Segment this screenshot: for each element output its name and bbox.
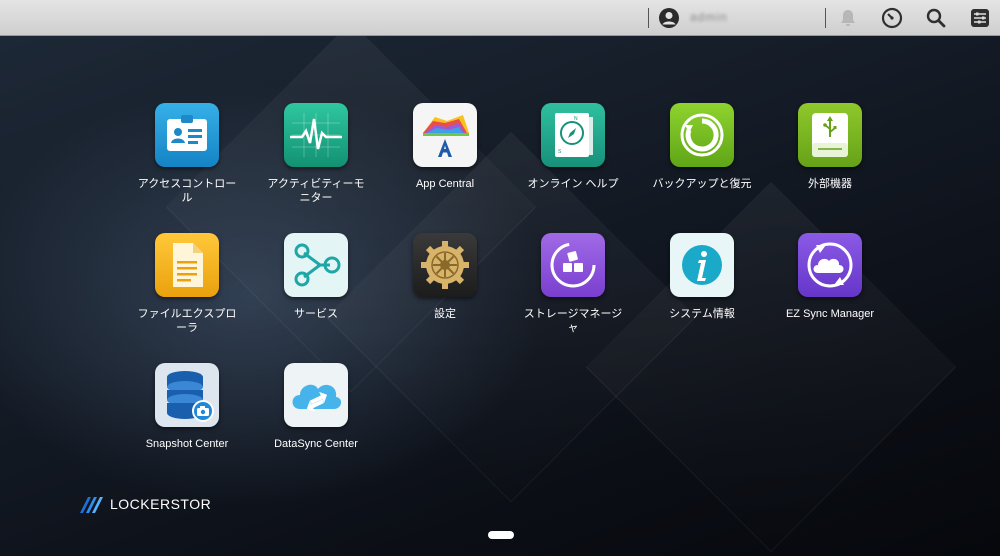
svg-text:N: N (574, 116, 578, 122)
compass-book-icon: N S (541, 103, 605, 167)
app-label: DataSync Center (274, 438, 358, 450)
id-card-icon (155, 103, 219, 167)
app-access-control[interactable]: アクセスコントロール (127, 103, 247, 205)
bell-icon[interactable] (836, 6, 860, 30)
info-icon (670, 233, 734, 297)
cloud-sync-icon (798, 233, 862, 297)
storage-blocks-icon (541, 233, 605, 297)
backup-cycle-icon (670, 103, 734, 167)
app-label: バックアップと復元 (652, 178, 752, 190)
app-label: オンライン ヘルプ (527, 178, 619, 190)
app-label: App Central (415, 178, 475, 190)
app-label: サービス (294, 308, 338, 320)
app-external-devices[interactable]: 外部機器 (770, 103, 890, 191)
app-label: 外部機器 (808, 178, 852, 190)
top-toolbar: admin (0, 0, 1000, 36)
app-datasync-center[interactable]: DataSync Center (256, 363, 376, 451)
page-indicator-dot[interactable] (488, 531, 514, 539)
search-icon[interactable] (924, 6, 948, 30)
toolbar-divider (648, 8, 649, 28)
app-label: EZ Sync Manager (785, 308, 875, 320)
database-camera-icon (155, 363, 219, 427)
app-label: アクティビティーモニター (267, 178, 365, 204)
app-system-info[interactable]: システム情報 (642, 233, 762, 321)
app-backup-restore[interactable]: バックアップと復元 (642, 103, 762, 191)
app-online-help[interactable]: N S オンライン ヘルプ (513, 103, 633, 191)
desktop-area: アクセスコントロール アクティビティーモニター App Central N S … (0, 36, 1000, 556)
app-settings[interactable]: 設定 (385, 233, 505, 321)
app-label: システム情報 (669, 308, 735, 320)
toolbar-divider (825, 8, 826, 28)
brand-stripes-icon (80, 497, 103, 513)
app-label: Snapshot Center (145, 438, 229, 450)
usb-drive-icon (798, 103, 862, 167)
app-label: アクセスコントロール (137, 178, 237, 204)
app-label: ストレージマネージャ (523, 308, 623, 334)
app-label: ファイルエクスプローラ (137, 308, 237, 334)
app-storage-manager[interactable]: ストレージマネージャ (513, 233, 633, 335)
app-snapshot-center[interactable]: Snapshot Center (127, 363, 247, 451)
dashboard-gauge-icon[interactable] (880, 6, 904, 30)
gear-icon (413, 233, 477, 297)
services-nodes-icon (284, 233, 348, 297)
user-avatar-icon[interactable] (658, 7, 680, 29)
app-label: 設定 (434, 308, 456, 320)
folder-document-icon (155, 233, 219, 297)
app-file-explorer[interactable]: ファイルエクスプローラ (127, 233, 247, 335)
cloud-arrows-icon (284, 363, 348, 427)
settings-sliders-icon[interactable] (968, 6, 992, 30)
app-activity-monitor[interactable]: アクティビティーモニター (256, 103, 376, 205)
heartbeat-monitor-icon (284, 103, 348, 167)
brand-logo: LOCKERSTOR (80, 495, 211, 515)
app-app-central[interactable]: App Central (385, 103, 505, 191)
brand-name: LOCKERSTOR (110, 496, 212, 512)
app-services[interactable]: サービス (256, 233, 376, 321)
app-ez-sync[interactable]: EZ Sync Manager (770, 233, 890, 321)
app-central-icon (413, 103, 477, 167)
username-label[interactable]: admin (690, 10, 728, 24)
